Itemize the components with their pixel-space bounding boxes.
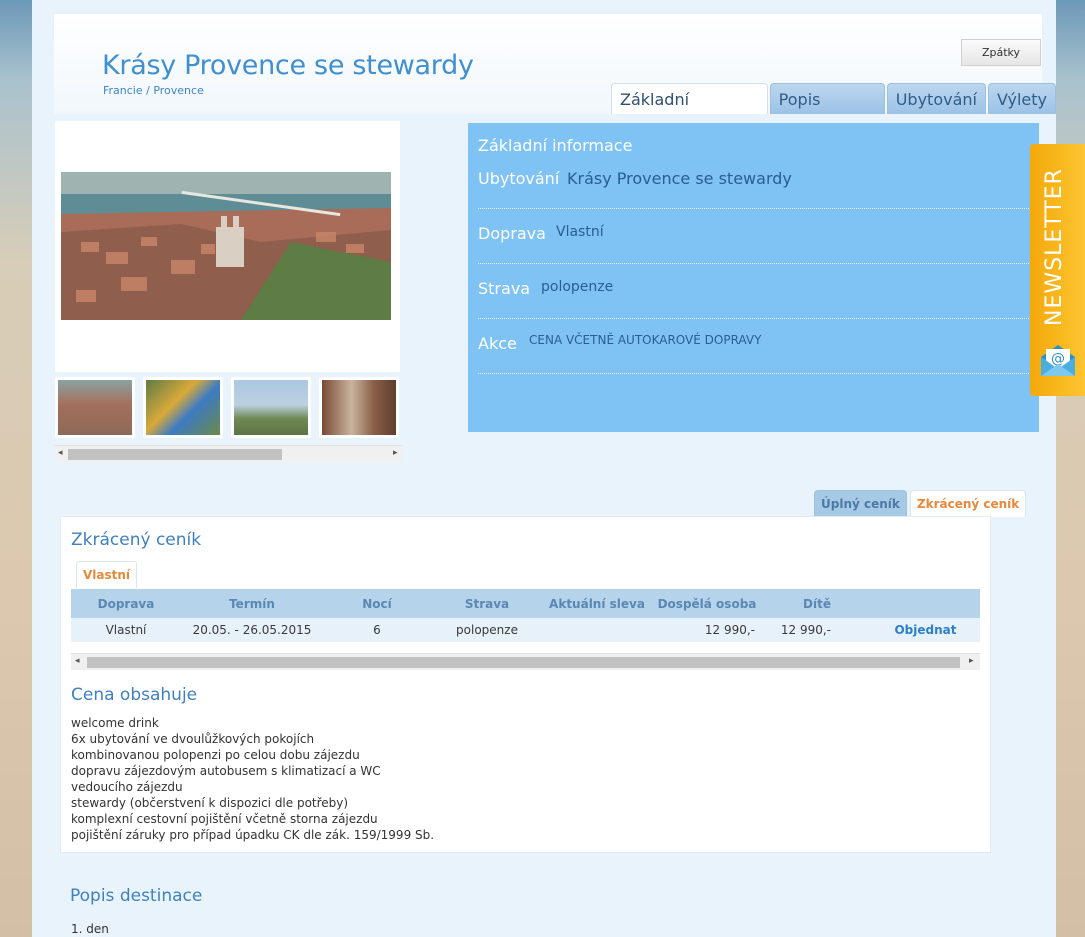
scrollbar-thumb[interactable]: [87, 657, 960, 668]
page-container: Krásy Provence se stewardy Francie / Pro…: [32, 0, 1056, 937]
includes-item: kombinovanou polopenzi po celou dobu záj…: [71, 748, 360, 762]
info-row-accommodation: Ubytování Krásy Provence se stewardy: [478, 154, 1029, 209]
includes-item: vedoucího zájezdu: [71, 780, 183, 794]
info-label: Doprava: [478, 224, 546, 243]
cell-date: 20.05. - 26.05.2015: [192, 623, 312, 637]
tab-full-pricelist[interactable]: Úplný ceník: [814, 490, 907, 517]
info-label: Akce: [478, 334, 517, 353]
background-right: [1056, 0, 1085, 937]
table-row: Vlastní 20.05. - 26.05.2015 6 polopenze …: [71, 618, 980, 642]
scroll-right-arrow-icon[interactable]: ▸: [969, 656, 974, 666]
back-button[interactable]: Zpátky: [961, 39, 1041, 66]
table-scrollbar[interactable]: ◂ ▸: [71, 653, 980, 670]
background-left: [0, 0, 32, 937]
info-value: Vlastní: [556, 224, 604, 240]
pricelist-title: Zkrácený ceník: [71, 530, 202, 550]
pricelist-box: Zkrácený ceník Vlastní Doprava Termín No…: [60, 516, 991, 853]
col-board: Strava: [464, 596, 510, 611]
thumbnail-2[interactable]: [143, 377, 223, 438]
info-row-promo: Akce CENA VČETNĚ AUTOKAROVÉ DOPRAVY: [478, 319, 1029, 374]
order-link[interactable]: Objednat: [871, 618, 980, 642]
info-value: CENA VČETNĚ AUTOKAROVÉ DOPRAVY: [529, 333, 762, 347]
price-tabs: Úplný ceník Zkrácený ceník: [814, 490, 1027, 517]
cell-adult-price: 12 990,-: [704, 623, 755, 637]
tab-trip-description[interactable]: Popis zájezdu: [769, 83, 885, 140]
info-value: polopenze: [541, 279, 614, 295]
info-label: Ubytování: [478, 169, 560, 188]
thumbnail-3[interactable]: [231, 377, 311, 438]
includes-list: welcome drink 6x ubytování ve dvoulůžkov…: [71, 715, 434, 843]
scroll-left-arrow-icon[interactable]: ◂: [75, 656, 80, 666]
includes-item: komplexní cestovní pojištění včetně stor…: [71, 812, 378, 826]
col-adult: Dospělá osoba: [657, 596, 757, 611]
tab-excursions[interactable]: Výlety: [987, 83, 1056, 114]
tab-short-pricelist[interactable]: Zkrácený ceník: [909, 490, 1027, 517]
newsletter-tab[interactable]: NEWSLETTER @: [1030, 144, 1085, 396]
col-transport: Doprava: [97, 596, 155, 611]
day-heading: 1. den: [71, 922, 109, 936]
city-aerial-photo[interactable]: [61, 172, 391, 320]
city-photo-illustration: [61, 172, 391, 320]
thumbnail-scrollbar[interactable]: ◂ ▸: [55, 445, 403, 462]
info-row-board: Strava polopenze: [478, 264, 1029, 319]
cell-child-price: 12 990,-: [780, 623, 831, 637]
basic-info-panel: Základní informace Ubytování Krásy Prove…: [468, 123, 1039, 432]
includes-item: welcome drink: [71, 716, 159, 730]
pricelist-table: Doprava Termín Nocí Strava Aktuální slev…: [71, 589, 980, 642]
info-label: Strava: [478, 279, 531, 298]
cell-transport: Vlastní: [105, 623, 147, 637]
thumbnail-strip: [55, 377, 399, 438]
table-header-row: Doprava Termín Nocí Strava Aktuální slev…: [71, 589, 980, 618]
tab-accommodation[interactable]: Ubytování: [886, 83, 986, 114]
cell-discount: [543, 618, 651, 642]
main-photo-frame[interactable]: [55, 121, 400, 372]
subtab-own-transport[interactable]: Vlastní: [76, 561, 138, 588]
includes-title: Cena obsahuje: [71, 685, 198, 705]
info-title: Základní informace: [478, 136, 633, 155]
thumbnail-4[interactable]: [319, 377, 399, 438]
scroll-left-arrow-icon[interactable]: ◂: [58, 448, 63, 458]
cell-nights: 6: [373, 623, 381, 637]
includes-item: pojištění záruky pro případ úpadku CK dl…: [71, 828, 435, 842]
scrollbar-thumb[interactable]: [68, 449, 282, 460]
tab-basic-info[interactable]: Základní informace: [611, 83, 768, 140]
cell-board: polopenze: [456, 623, 518, 637]
thumbnail-1[interactable]: [55, 377, 135, 438]
includes-item: stewardy (občerstvení k dispozici dle po…: [71, 796, 349, 810]
newsletter-label: NEWSLETTER: [1042, 168, 1067, 326]
scroll-right-arrow-icon[interactable]: ▸: [393, 448, 398, 458]
col-nights: Nocí: [362, 596, 392, 611]
col-discount: Aktuální sleva: [549, 596, 645, 611]
info-row-transport: Doprava Vlastní: [478, 209, 1029, 264]
destination-description-title: Popis destinace: [70, 886, 203, 906]
info-value[interactable]: Krásy Provence se stewardy: [567, 169, 792, 188]
envelope-at-icon: @: [1041, 345, 1075, 376]
includes-item: dopravu zájezdovým autobusem s klimatiza…: [71, 764, 381, 778]
page-title: Krásy Provence se stewardy: [102, 50, 474, 81]
col-date: Termín: [229, 596, 275, 611]
breadcrumb[interactable]: Francie / Provence: [103, 84, 204, 97]
col-child: Dítě: [803, 596, 831, 611]
includes-item: 6x ubytování ve dvoulůžkových pokojích: [71, 732, 315, 746]
detail-tabs: Základní informace Popis zájezdu Ubytová…: [611, 83, 1056, 140]
col-action: [871, 589, 980, 618]
